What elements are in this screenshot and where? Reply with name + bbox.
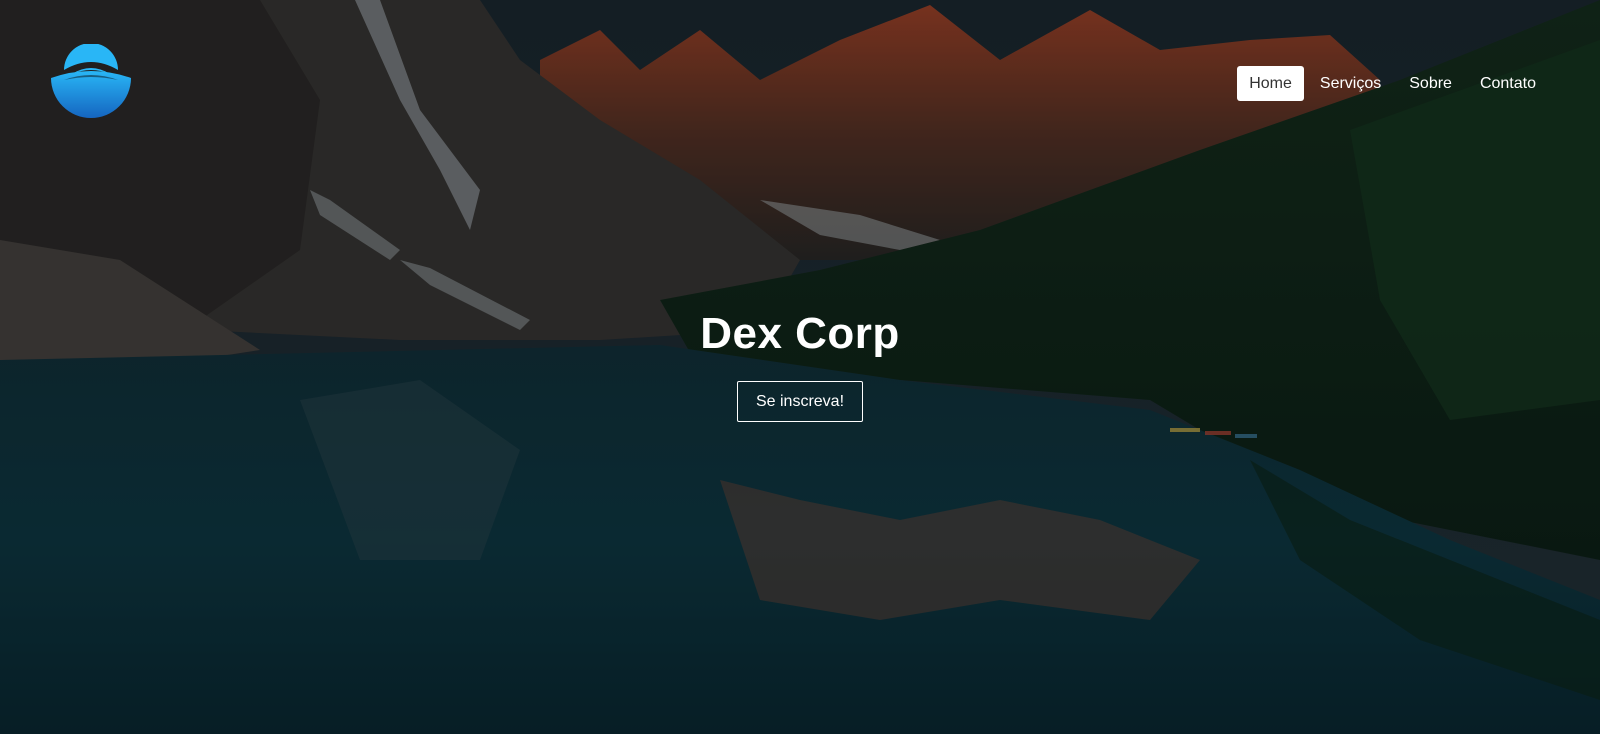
hero-section: Home Serviços Sobre Contato Dex Corp Se … bbox=[0, 0, 1600, 734]
nav-item-home[interactable]: Home bbox=[1237, 66, 1304, 101]
nav-item-sobre[interactable]: Sobre bbox=[1397, 66, 1464, 101]
hero-content: Dex Corp Se inscreva! bbox=[0, 306, 1600, 422]
subscribe-button[interactable]: Se inscreva! bbox=[736, 381, 864, 422]
hero-title: Dex Corp bbox=[700, 309, 900, 358]
nav-item-servicos[interactable]: Serviços bbox=[1308, 66, 1393, 101]
crescent-wave-logo-icon[interactable] bbox=[50, 44, 132, 120]
nav-item-contato[interactable]: Contato bbox=[1468, 66, 1548, 101]
main-nav: Home Serviços Sobre Contato bbox=[1237, 66, 1548, 101]
